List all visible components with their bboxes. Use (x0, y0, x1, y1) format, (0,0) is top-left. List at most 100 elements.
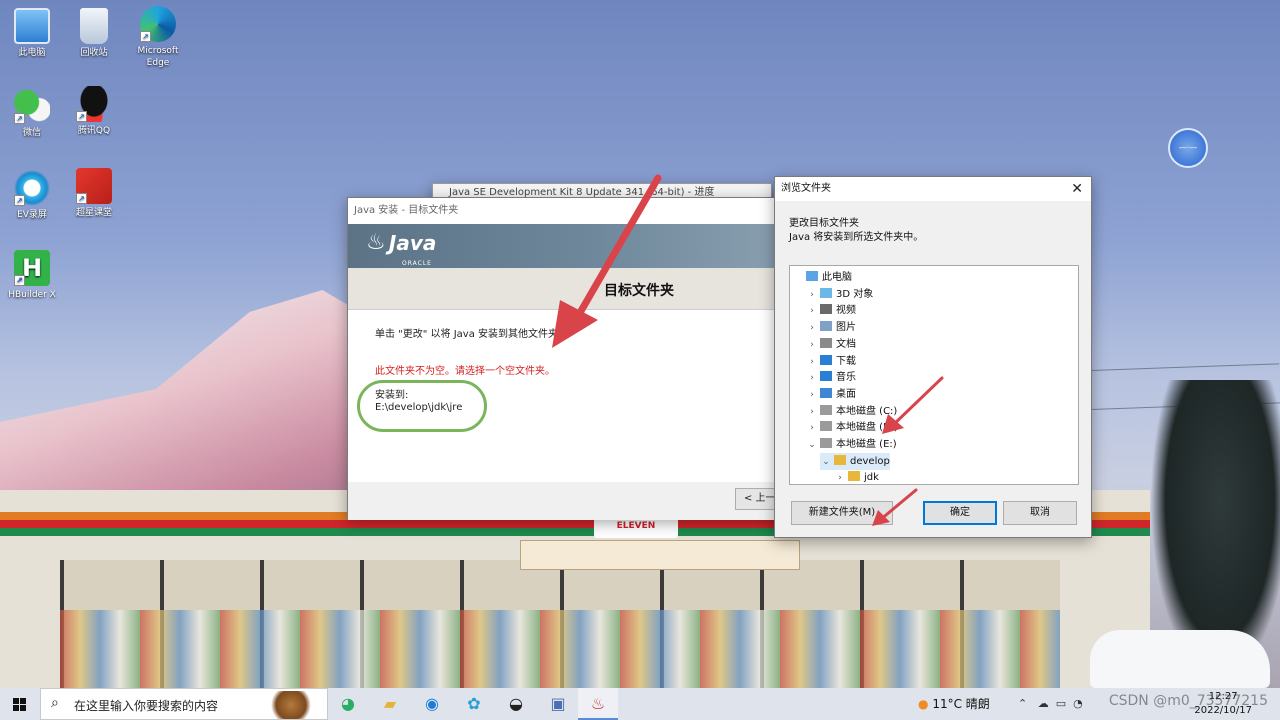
cancel-button[interactable]: 取消 (1003, 501, 1077, 525)
desktop-icon-recycle-bin[interactable]: 回收站 (63, 8, 125, 59)
tree-node[interactable]: ⌄ 本地磁盘 (E:) (806, 436, 897, 453)
tree-node-label: 本地磁盘 (C:) (836, 405, 898, 417)
tree-node[interactable]: › jdk (834, 469, 879, 486)
system-tray[interactable]: ⌃ ☁ ▭ ◔ (1018, 688, 1083, 720)
tree-node[interactable]: › 3D 对象 (806, 286, 873, 303)
desktop-background: ELEVEN 此电脑 回收站 ↗ Microsoft Edge ↗ 微信 ↗ 腾… (0, 0, 1280, 688)
recycle-bin-icon (80, 8, 108, 44)
java-cup-icon: ♨ (366, 230, 386, 255)
desktop-icon-chaoxing[interactable]: ↗ 超星课堂 (63, 168, 125, 219)
shortcut-arrow-icon: ↗ (14, 275, 25, 286)
shortcut-arrow-icon: ↗ (14, 195, 25, 206)
desktop-icon-edge[interactable]: ↗ Microsoft Edge (127, 6, 189, 69)
desktop-icon-ev-recorder[interactable]: ↗ EV录屏 (1, 170, 63, 221)
desktop-folder-icon (820, 387, 832, 398)
chevron-right-icon[interactable]: › (806, 387, 818, 404)
drive-icon (820, 438, 832, 448)
search-icon: ⌕ (51, 695, 59, 711)
tree-node[interactable]: › 本地磁盘 (C:) (806, 403, 897, 420)
search-highlight-owl-icon (271, 691, 321, 719)
chevron-up-icon[interactable]: ⌃ (1018, 697, 1027, 710)
java-banner: ♨ Java ORACLE (348, 224, 786, 268)
pictures-icon (820, 321, 832, 332)
desktop-icon-wechat[interactable]: ↗ 微信 (1, 88, 63, 139)
tree-node[interactable]: 此电脑 (792, 269, 852, 286)
battery-icon[interactable]: ▭ (1056, 697, 1066, 710)
tree-node-label: develop (850, 455, 890, 467)
cloud-icon[interactable]: ☁ (1038, 697, 1049, 710)
browse-dialog-titlebar[interactable]: 浏览文件夹 ✕ (775, 177, 1091, 201)
music-icon (820, 371, 832, 382)
chevron-right-icon[interactable]: › (806, 337, 818, 354)
tree-node-label: 桌面 (836, 388, 856, 400)
tree-node-label: 此电脑 (822, 272, 852, 283)
taskbar-edge-icon[interactable]: ◉ (412, 688, 452, 720)
drive-icon (820, 421, 832, 432)
taskbar-wechat-icon[interactable]: ◕ (328, 688, 368, 720)
tree-node[interactable]: › 文档 (806, 336, 856, 353)
new-folder-button[interactable]: 新建文件夹(M) (791, 501, 893, 525)
tree-node[interactable]: › 桌面 (806, 386, 856, 403)
drive-icon (820, 404, 832, 415)
chevron-right-icon[interactable]: › (834, 470, 846, 487)
ok-button[interactable]: 确定 (923, 501, 997, 525)
taskbar-installer-icon[interactable]: ▣ (538, 688, 578, 720)
tree-node-label: jdk (864, 472, 879, 484)
java-installer-titlebar[interactable]: Java 安装 - 目标文件夹 (348, 198, 786, 224)
shortcut-arrow-icon: ↗ (140, 31, 151, 42)
3d-objects-icon (820, 287, 832, 298)
chevron-right-icon[interactable]: › (806, 370, 818, 387)
tree-node[interactable]: › 本地磁盘 (D:) (806, 419, 898, 436)
floating-assistant-icon[interactable]: —·— (1168, 128, 1208, 168)
watermark-text: CSDN @m0_73577215 (1108, 693, 1268, 709)
tree-node[interactable]: ⌄ develop (820, 452, 890, 471)
close-icon[interactable]: ✕ (1071, 177, 1083, 201)
folder-tree[interactable]: 此电脑 › 3D 对象 › 视频 › 图片 › 文档 › 下载 › 音乐 › 桌面 › 本地磁盘 (C:) › 本地… (789, 265, 1079, 485)
chevron-right-icon[interactable]: › (806, 303, 818, 320)
tree-node[interactable]: › 下载 (806, 353, 856, 370)
java-logo: ♨ Java ORACLE (366, 230, 437, 267)
computer-icon (806, 271, 818, 281)
desktop-icon-qq[interactable]: ↗ 腾讯QQ (63, 86, 125, 137)
wifi-icon[interactable]: ◔ (1073, 697, 1083, 710)
computer-icon (14, 8, 50, 44)
tree-node[interactable]: › 图片 (806, 319, 856, 336)
chevron-down-icon[interactable]: ⌄ (806, 437, 818, 454)
tree-node-label: 3D 对象 (836, 288, 874, 300)
weather-widget[interactable]: ● 11°C 晴朗 (918, 688, 990, 720)
ev-recorder-icon: ↗ (14, 170, 50, 206)
tree-node[interactable]: › 视频 (806, 302, 856, 319)
browse-subtitle: 更改目标文件夹 (789, 218, 859, 229)
browse-dialog-title: 浏览文件夹 (781, 183, 831, 194)
chevron-right-icon[interactable]: › (806, 320, 818, 337)
taskbar-app-icon[interactable]: ◒ (496, 688, 536, 720)
downloads-icon (820, 354, 832, 365)
qq-icon: ↗ (76, 86, 112, 122)
desktop-icon-hbuilder[interactable]: H ↗ HBuilder X (1, 250, 63, 301)
chevron-right-icon[interactable]: › (806, 420, 818, 437)
chaoxing-icon: ↗ (76, 168, 112, 204)
java-installer-footer: < 上一步 (348, 482, 795, 520)
tree-node-label: 图片 (836, 322, 856, 334)
hbuilder-icon: H ↗ (14, 250, 50, 286)
java-installer-window[interactable]: Java 安装 - 目标文件夹 ♨ Java ORACLE 目标文件夹 单击 "… (347, 197, 795, 520)
chevron-right-icon[interactable]: › (806, 404, 818, 421)
taskbar-java-icon[interactable]: ♨ (578, 688, 618, 720)
taskbar-ev-recorder-icon[interactable]: ✿ (454, 688, 494, 720)
folder-icon (834, 454, 846, 465)
videos-icon (820, 304, 832, 315)
instruction-text: 单击 "更改" 以将 Java 安装到其他文件夹。 (375, 329, 569, 340)
chevron-down-icon[interactable]: ⌄ (820, 454, 832, 471)
start-button[interactable] (0, 688, 40, 720)
chevron-right-icon[interactable]: › (806, 354, 818, 371)
browse-folder-dialog[interactable]: 浏览文件夹 ✕ 更改目标文件夹 Java 将安装到所选文件夹中。 此电脑 › 3D … (774, 176, 1092, 538)
taskbar-file-explorer-icon[interactable]: ▰ (370, 688, 410, 720)
tree-node[interactable]: › 音乐 (806, 369, 856, 386)
folder-icon (848, 471, 860, 482)
desktop-icon-this-pc[interactable]: 此电脑 (1, 8, 63, 59)
taskbar-search-box[interactable]: ⌕ 在这里输入你要搜索的内容 (40, 688, 328, 720)
tree-node-label: 下载 (836, 355, 856, 367)
chevron-right-icon[interactable]: › (806, 287, 818, 304)
browse-hint: Java 将安装到所选文件夹中。 (789, 232, 924, 243)
tree-node-label: 音乐 (836, 372, 856, 384)
